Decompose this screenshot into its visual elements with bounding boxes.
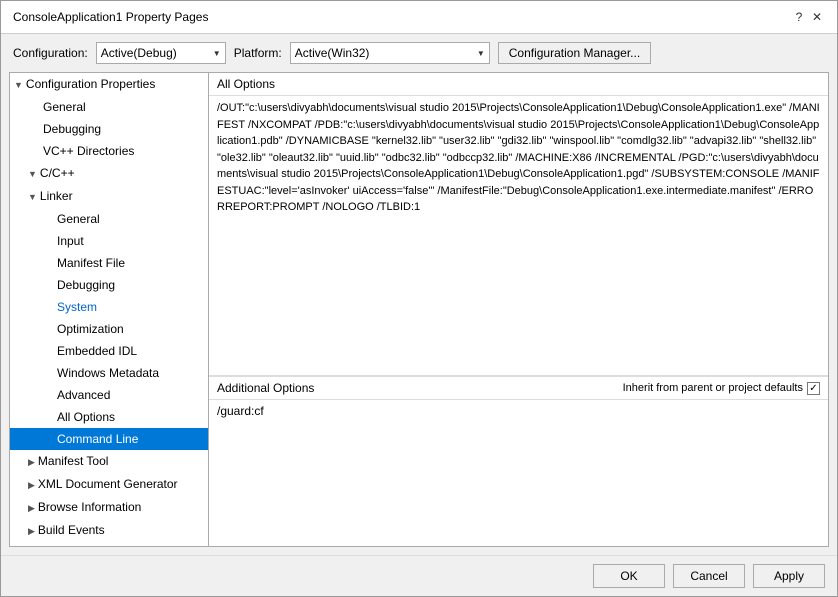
config-label: Configuration: bbox=[13, 46, 88, 60]
tree-label: Input bbox=[57, 234, 84, 248]
tree-item-manifest-tool[interactable]: ▶Manifest Tool bbox=[10, 450, 208, 473]
tree-item-custom-build[interactable]: ▶Custom Build Step bbox=[10, 542, 208, 547]
tree-label: Debugging bbox=[43, 122, 101, 136]
config-value: Active(Debug) bbox=[101, 46, 177, 60]
tree-item-system[interactable]: System bbox=[10, 296, 208, 318]
config-combo-arrow: ▼ bbox=[213, 49, 221, 58]
options-header: All Options bbox=[209, 73, 828, 96]
tree-panel: ▼Configuration PropertiesGeneralDebuggin… bbox=[9, 72, 209, 547]
tree-item-vc-dirs[interactable]: VC++ Directories bbox=[10, 140, 208, 162]
title-bar: ConsoleApplication1 Property Pages ? ✕ bbox=[1, 1, 837, 34]
tree-label: General bbox=[43, 100, 86, 114]
tree-item-config-props[interactable]: ▼Configuration Properties bbox=[10, 73, 208, 96]
tree-item-linker-input[interactable]: Input bbox=[10, 230, 208, 252]
tree-item-build-events[interactable]: ▶Build Events bbox=[10, 519, 208, 542]
tree-item-all-options[interactable]: All Options bbox=[10, 406, 208, 428]
tree-label: XML Document Generator bbox=[38, 477, 178, 491]
title-controls: ? ✕ bbox=[791, 9, 825, 25]
additional-header-row: Additional Options Inherit from parent o… bbox=[209, 377, 828, 400]
tree-item-xml-doc-gen[interactable]: ▶XML Document Generator bbox=[10, 473, 208, 496]
tree-label: All Options bbox=[57, 410, 115, 424]
options-content: /OUT:"c:\users\divyabh\documents\visual … bbox=[209, 96, 828, 376]
tree-item-windows-metadata[interactable]: Windows Metadata bbox=[10, 362, 208, 384]
platform-combo-arrow: ▼ bbox=[477, 49, 485, 58]
expand-icon: ▼ bbox=[14, 80, 23, 90]
tree-item-linker-debugging[interactable]: Debugging bbox=[10, 274, 208, 296]
config-row: Configuration: Active(Debug) ▼ Platform:… bbox=[1, 34, 837, 72]
tree-label: Embedded IDL bbox=[57, 344, 137, 358]
tree-item-browse-info[interactable]: ▶Browse Information bbox=[10, 496, 208, 519]
tree-label: Command Line bbox=[57, 432, 138, 446]
inherit-checkbox[interactable]: ✓ bbox=[807, 382, 820, 395]
inherit-row: Inherit from parent or project defaults … bbox=[623, 382, 820, 395]
tree-label: Manifest File bbox=[57, 256, 125, 270]
tree-label: VC++ Directories bbox=[43, 144, 134, 158]
platform-value: Active(Win32) bbox=[295, 46, 370, 60]
tree-item-embedded-idl[interactable]: Embedded IDL bbox=[10, 340, 208, 362]
ok-button[interactable]: OK bbox=[593, 564, 665, 588]
bottom-buttons: OK Cancel Apply bbox=[1, 555, 837, 596]
tree-label: Optimization bbox=[57, 322, 124, 336]
expand-icon: ▶ bbox=[28, 526, 35, 536]
cancel-button[interactable]: Cancel bbox=[673, 564, 745, 588]
platform-label: Platform: bbox=[234, 46, 282, 60]
tree-item-advanced[interactable]: Advanced bbox=[10, 384, 208, 406]
tree-label: Build Events bbox=[38, 523, 105, 537]
tree-label: C/C++ bbox=[40, 166, 75, 180]
apply-button[interactable]: Apply bbox=[753, 564, 825, 588]
tree-label: Linker bbox=[40, 189, 73, 203]
tree-label: Advanced bbox=[57, 388, 110, 402]
expand-icon: ▶ bbox=[28, 503, 35, 513]
content-area: ▼Configuration PropertiesGeneralDebuggin… bbox=[9, 72, 829, 547]
tree-item-linker[interactable]: ▼Linker bbox=[10, 185, 208, 208]
configuration-manager-button[interactable]: Configuration Manager... bbox=[498, 42, 651, 64]
additional-options-label: Additional Options bbox=[217, 381, 314, 395]
tree-label: Custom Build Step bbox=[38, 546, 137, 547]
tree-item-command-line[interactable]: Command Line bbox=[10, 428, 208, 450]
expand-icon: ▶ bbox=[28, 457, 35, 467]
additional-section: Additional Options Inherit from parent o… bbox=[209, 376, 828, 506]
tree-label: General bbox=[57, 212, 100, 226]
expand-icon: ▼ bbox=[28, 192, 37, 202]
tree-label: Windows Metadata bbox=[57, 366, 159, 380]
tree-label: System bbox=[57, 300, 97, 314]
expand-icon: ▼ bbox=[28, 169, 37, 179]
tree-item-optimization[interactable]: Optimization bbox=[10, 318, 208, 340]
tree-item-linker-general[interactable]: General bbox=[10, 208, 208, 230]
tree-label: Debugging bbox=[57, 278, 115, 292]
tree-label: Browse Information bbox=[38, 500, 141, 514]
tree-label: Manifest Tool bbox=[38, 454, 108, 468]
help-button[interactable]: ? bbox=[791, 9, 807, 25]
inherit-label: Inherit from parent or project defaults bbox=[623, 382, 803, 394]
tree-label: Configuration Properties bbox=[26, 77, 155, 91]
right-panel: All Options /OUT:"c:\users\divyabh\docum… bbox=[209, 72, 829, 547]
configuration-combo[interactable]: Active(Debug) ▼ bbox=[96, 42, 226, 64]
platform-combo[interactable]: Active(Win32) ▼ bbox=[290, 42, 490, 64]
additional-input[interactable]: /guard:cf bbox=[209, 400, 828, 506]
tree-item-manifest-file[interactable]: Manifest File bbox=[10, 252, 208, 274]
options-text: /OUT:"c:\users\divyabh\documents\visual … bbox=[217, 102, 820, 213]
close-button[interactable]: ✕ bbox=[809, 9, 825, 25]
tree-item-debugging[interactable]: Debugging bbox=[10, 118, 208, 140]
tree-item-c-cpp[interactable]: ▼C/C++ bbox=[10, 162, 208, 185]
expand-icon: ▶ bbox=[28, 480, 35, 490]
dialog: ConsoleApplication1 Property Pages ? ✕ C… bbox=[0, 0, 838, 597]
tree-item-general[interactable]: General bbox=[10, 96, 208, 118]
dialog-title: ConsoleApplication1 Property Pages bbox=[13, 10, 208, 24]
